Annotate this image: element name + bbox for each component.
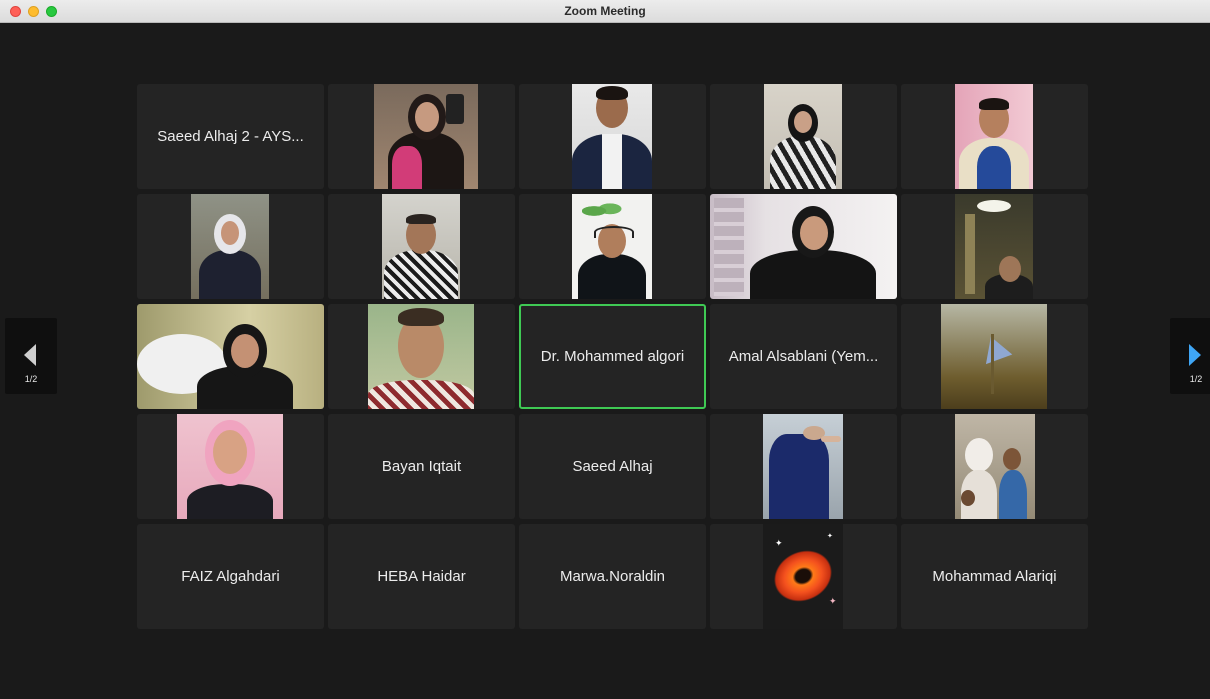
participant-tile[interactable]: Saeed Alhaj [519,414,706,519]
participant-video[interactable] [710,414,897,519]
video-feed [137,304,324,409]
video-feed [572,84,652,189]
window-title: Zoom Meeting [564,4,646,18]
participant-tile[interactable]: Marwa.Noraldin [519,524,706,629]
video-feed [368,304,474,409]
participant-video[interactable] [519,194,706,299]
participant-name: Bayan Iqtait [381,458,462,475]
participant-name: Saeed Alhaj [572,458,653,475]
participant-video[interactable] [901,414,1088,519]
participant-name: Marwa.Noraldin [559,568,666,585]
video-feed [374,84,478,189]
page-indicator: 1/2 [1189,374,1203,384]
video-feed [382,194,460,299]
participant-video[interactable] [710,194,897,299]
participant-video[interactable] [137,414,324,519]
chevron-right-icon [1189,344,1201,366]
participant-video[interactable] [519,84,706,189]
video-feed [177,414,283,519]
participant-name: FAIZ Algahdari [181,568,280,585]
video-feed [955,414,1035,519]
participant-video[interactable] [901,304,1088,409]
participant-tile[interactable]: HEBA Haidar [328,524,515,629]
participant-video[interactable] [901,194,1088,299]
participant-avatar-tile[interactable]: ✦ ✦ ✦ [710,524,897,629]
participant-video[interactable] [328,84,515,189]
black-hole-avatar-image: ✦ ✦ ✦ [763,524,843,629]
participant-video[interactable] [328,194,515,299]
participant-grid: Saeed Alhaj 2 - AYS... Dr. Mohammed algo… [137,84,1088,629]
video-feed [710,194,897,299]
chevron-left-icon [24,344,36,366]
participant-video[interactable] [137,194,324,299]
participant-tile[interactable]: Saeed Alhaj 2 - AYS... [137,84,324,189]
participant-tile-active-speaker[interactable]: Dr. Mohammed algori [519,304,706,409]
video-feed [955,194,1033,299]
next-page-button[interactable]: 1/2 [1170,318,1210,394]
participant-video[interactable] [137,304,324,409]
video-feed [955,84,1033,189]
participant-name: HEBA Haidar [377,568,466,585]
video-feed [763,414,843,519]
previous-page-button[interactable]: 1/2 [5,318,57,394]
video-feed [191,194,269,299]
participant-tile[interactable]: Bayan Iqtait [328,414,515,519]
participant-tile[interactable]: Amal Alsablani (Yem... [710,304,897,409]
window-titlebar: Zoom Meeting [0,0,1210,23]
participant-tile[interactable]: Mohammad Alariqi [901,524,1088,629]
video-feed [764,84,842,189]
participant-video[interactable] [328,304,515,409]
participant-name: Amal Alsablani (Yem... [728,348,879,365]
participant-video[interactable] [901,84,1088,189]
participant-name: Saeed Alhaj 2 - AYS... [157,128,304,145]
video-feed [941,304,1047,409]
participant-video[interactable] [710,84,897,189]
participant-name: Mohammad Alariqi [932,568,1057,585]
page-indicator: 1/2 [24,374,38,384]
participant-name: Dr. Mohammed algori [540,348,685,365]
participant-tile[interactable]: FAIZ Algahdari [137,524,324,629]
video-feed [572,194,652,299]
